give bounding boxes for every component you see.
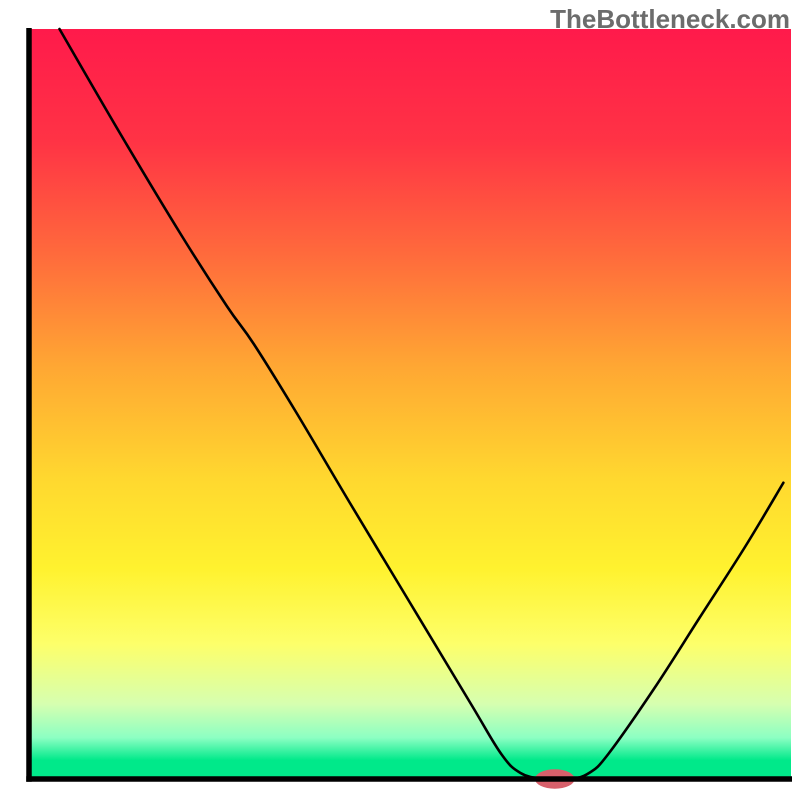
watermark-text: TheBottleneck.com: [550, 4, 790, 35]
gradient-background: [29, 29, 791, 779]
chart-svg: [0, 0, 800, 800]
bottleneck-chart: TheBottleneck.com: [0, 0, 800, 800]
